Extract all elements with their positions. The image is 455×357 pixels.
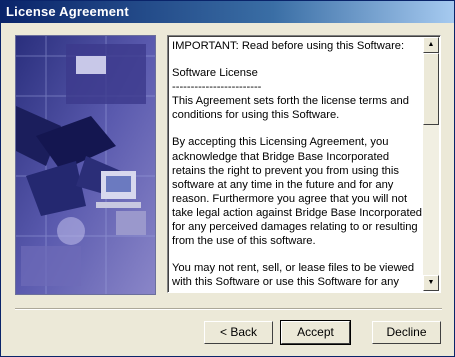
arrow-up-icon: ▲ [427,41,435,48]
license-text: IMPORTANT: Read before using this Softwa… [172,39,422,291]
license-paragraph: IMPORTANT: Read before using this Softwa… [172,40,405,52]
installer-banner-image [15,35,156,295]
accept-button[interactable]: Accept [280,320,351,345]
license-paragraph: By accepting this Licensing Agreement, y… [172,136,422,248]
title-bar[interactable]: License Agreement [1,1,454,23]
license-agreement-window: License Agreement IMPORTANT: Read before… [0,0,455,357]
scroll-down-button[interactable]: ▼ [423,275,439,291]
scroll-up-button[interactable]: ▲ [423,37,439,53]
license-text-box[interactable]: IMPORTANT: Read before using this Softwa… [167,35,441,293]
license-paragraph: Software License -----------------------… [172,67,409,122]
back-button[interactable]: < Back [204,321,273,344]
separator [15,308,442,310]
license-paragraph: You may not rent, sell, or lease files t… [172,262,421,291]
window-title: License Agreement [6,4,129,19]
decline-button[interactable]: Decline [372,321,441,344]
arrow-down-icon: ▼ [427,279,435,286]
scroll-thumb[interactable] [423,53,439,125]
vertical-scrollbar[interactable]: ▲ ▼ [423,37,439,291]
